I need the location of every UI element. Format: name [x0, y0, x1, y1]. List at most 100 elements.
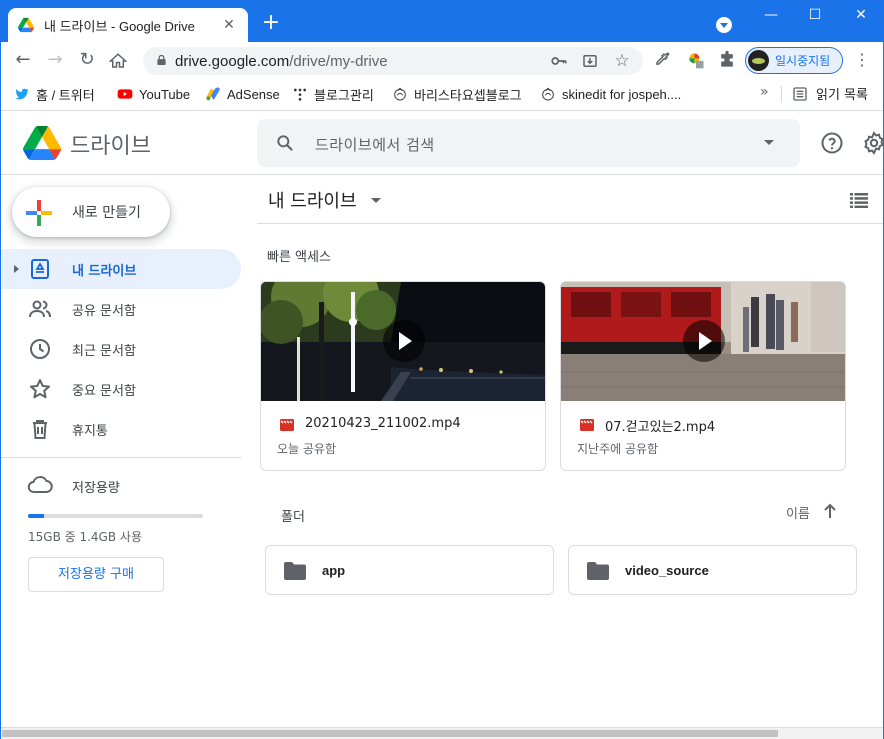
star-icon	[30, 379, 50, 399]
drive-search-input[interactable]: 드라이브에서 검색	[257, 119, 800, 167]
app-title: 드라이브	[70, 134, 151, 159]
plus-icon	[26, 200, 52, 226]
extensions-puzzle-icon[interactable]	[717, 50, 737, 70]
tab-close-icon[interactable]: ✕	[220, 17, 238, 33]
settings-gear-icon[interactable]	[862, 131, 884, 155]
play-icon[interactable]	[383, 320, 425, 362]
new-button[interactable]: 새로 만들기	[12, 187, 170, 237]
bookmark-twitter[interactable]: 홈 / 트위터	[14, 84, 95, 104]
quick-access-meta: 오늘 공유함	[277, 442, 337, 456]
profile-paused-button[interactable]: 일시중지됨	[745, 47, 843, 74]
sidebar-item-recent[interactable]: 최근 문서함	[0, 329, 241, 369]
colorpicker-extension-icon[interactable]	[686, 50, 706, 70]
bookmark-youtube[interactable]: YouTube	[117, 84, 190, 104]
expand-arrow-icon[interactable]	[14, 265, 19, 273]
folder-name: video_source	[625, 563, 709, 578]
sidebar-item-shared[interactable]: 공유 문서함	[0, 289, 241, 329]
sort-ascending-arrow-icon[interactable]	[822, 502, 838, 520]
eyedropper-extension-icon[interactable]	[652, 50, 672, 70]
google-drive-logo-icon[interactable]	[22, 126, 62, 160]
scrollbar-thumb[interactable]	[2, 730, 778, 737]
youtube-icon	[117, 89, 133, 99]
folder-name: app	[322, 563, 346, 578]
window-minimize-button[interactable]: —	[756, 4, 786, 26]
window-close-button[interactable]: ✕	[846, 4, 876, 26]
sort-by-name-button[interactable]: 이름	[786, 503, 810, 522]
sidebar-item-starred[interactable]: 중요 문서함	[0, 369, 241, 409]
list-view-icon[interactable]	[850, 192, 868, 208]
bookmarks-more-button[interactable]: »	[760, 84, 769, 100]
browser-titlebar: 내 드라이브 - Google Drive ✕ + — ☐ ✕	[0, 0, 884, 42]
quick-access-card[interactable]: 20210423_211002.mp4 오늘 공유함	[260, 281, 546, 471]
barista-icon	[394, 87, 406, 101]
new-tab-button[interactable]: +	[260, 12, 282, 34]
window-maximize-button[interactable]: ☐	[800, 4, 830, 26]
sidebar-item-label: 휴지통	[72, 424, 108, 439]
bookmark-label: 홈 / 트위터	[36, 87, 95, 103]
buy-storage-button[interactable]: 저장용량 구매	[28, 557, 164, 592]
key-icon[interactable]	[550, 52, 568, 70]
reading-list-label: 읽기 목록	[816, 88, 868, 103]
browser-tab[interactable]: 내 드라이브 - Google Drive ✕	[8, 8, 248, 42]
storage-usage-text: 15GB 중 1.4GB 사용	[28, 530, 142, 544]
reload-icon[interactable]: ↻	[77, 50, 97, 70]
clock-icon	[30, 339, 50, 359]
bookmark-blog-manage[interactable]: 블로그관리	[292, 84, 374, 104]
lock-icon	[157, 55, 166, 65]
sidebar-item-label: 내 드라이브	[72, 264, 137, 279]
video-icon	[580, 419, 594, 431]
tab-search-icon[interactable]	[716, 17, 732, 33]
folder-icon	[587, 562, 609, 580]
sidebar-item-my-drive[interactable]: 내 드라이브	[0, 249, 241, 289]
storage-label: 저장용량	[72, 481, 120, 496]
folders-heading: 폴더	[281, 510, 305, 525]
folder-item[interactable]: video_source	[568, 545, 857, 595]
quick-access-meta: 지난주에 공유함	[577, 442, 659, 456]
new-button-label: 새로 만들기	[72, 205, 141, 221]
bookmark-barista-blog[interactable]: 바리스타요셉블로그	[392, 84, 522, 104]
home-icon[interactable]	[109, 52, 127, 70]
skinedit-icon	[542, 87, 554, 101]
folder-icon	[284, 562, 306, 580]
my-drive-icon	[31, 259, 49, 279]
help-icon[interactable]	[820, 131, 844, 155]
sidebar-item-label: 중요 문서함	[72, 384, 136, 399]
avatar	[748, 50, 769, 71]
install-app-icon[interactable]	[581, 52, 599, 70]
storage-usage-fill	[28, 514, 45, 518]
quick-access-card[interactable]: 07.걷고있는2.mp4 지난주에 공유함	[560, 281, 846, 471]
play-icon[interactable]	[683, 320, 725, 362]
bookmark-label: YouTube	[139, 86, 191, 102]
bookmark-star-icon[interactable]: ☆	[613, 52, 631, 70]
forward-arrow-icon[interactable]: →	[45, 50, 65, 70]
bookmark-label: AdSense	[227, 86, 280, 102]
horizontal-scrollbar[interactable]	[0, 727, 884, 739]
twitter-icon	[15, 88, 29, 100]
sidebar-item-label: 최근 문서함	[72, 344, 136, 359]
trash-icon	[33, 420, 47, 439]
page-title[interactable]: 내 드라이브	[268, 187, 357, 213]
quick-access-filename: 20210423_211002.mp4	[305, 416, 461, 431]
google-drive-favicon-icon	[18, 17, 34, 33]
bookmark-skinedit[interactable]: skinedit for jospeh....	[540, 84, 681, 104]
sidebar-item-label: 공유 문서함	[72, 304, 136, 319]
search-options-caret-icon[interactable]	[764, 140, 774, 145]
storage-usage-bar	[28, 514, 203, 518]
back-arrow-icon[interactable]: ←	[13, 50, 33, 70]
title-dropdown-caret-icon[interactable]	[371, 198, 381, 203]
quick-access-filename: 07.걷고있는2.mp4	[605, 420, 716, 435]
reading-list-icon	[793, 86, 807, 101]
adsense-icon	[206, 87, 220, 101]
main-divider	[257, 223, 884, 224]
bookmark-label: skinedit for jospeh....	[562, 86, 682, 102]
cloud-icon	[27, 476, 53, 493]
video-icon	[280, 419, 294, 431]
sidebar-item-trash[interactable]: 휴지통	[0, 409, 241, 449]
reading-list-button[interactable]: 읽기 목록	[792, 84, 868, 103]
bookmark-label: 블로그관리	[314, 87, 374, 103]
search-icon[interactable]	[275, 133, 295, 153]
address-bar[interactable]: drive.google.com/drive/my-drive ☆	[143, 47, 643, 75]
folder-item[interactable]: app	[265, 545, 554, 595]
browser-menu-icon[interactable]: ⋮	[854, 50, 870, 70]
bookmark-adsense[interactable]: AdSense	[205, 84, 280, 104]
